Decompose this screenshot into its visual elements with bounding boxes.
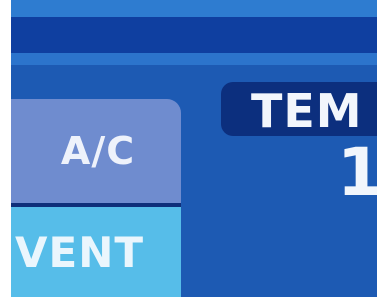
header-bar <box>11 17 377 53</box>
temperature-header-label: TEM <box>251 84 363 136</box>
hvac-screen: A/C VENT TEM <box>11 0 377 297</box>
temperature-value: 1 <box>337 134 377 211</box>
vent-button[interactable]: VENT <box>11 207 181 297</box>
vent-button-label: VENT <box>15 227 144 277</box>
ac-button-label: A/C <box>60 129 136 173</box>
header-stripe <box>11 53 377 65</box>
temperature-header: TEM <box>221 82 377 136</box>
ac-button[interactable]: A/C <box>11 99 181 203</box>
top-bar <box>11 0 377 17</box>
